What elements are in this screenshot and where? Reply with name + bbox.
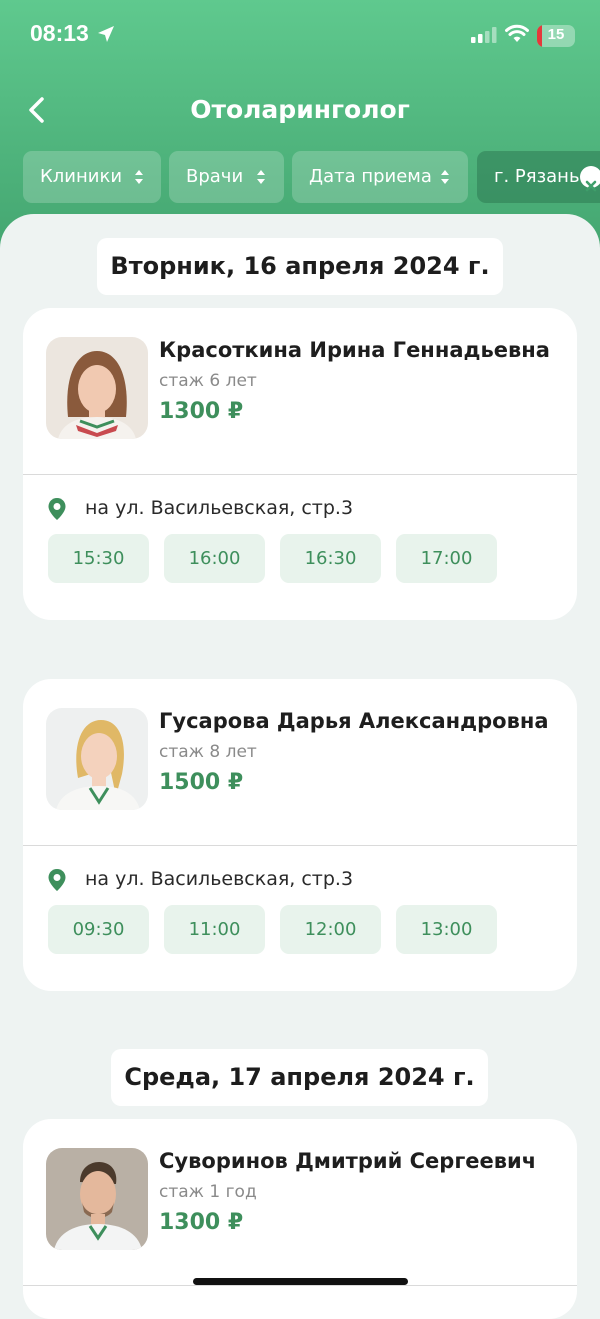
date-header: Вторник, 16 апреля 2024 г.	[97, 238, 503, 295]
clinic-address: на ул. Васильевская, стр.3	[85, 497, 354, 519]
filter-clinics[interactable]: Клиники	[23, 151, 161, 203]
time-slot[interactable]: 13:00	[396, 905, 497, 954]
content-sheet: Вторник, 16 апреля 2024 г. Красоткина Ир…	[0, 214, 600, 1319]
time-slot[interactable]: 11:00	[164, 905, 265, 954]
status-bar: 08:13 15	[0, 0, 600, 72]
time-slot[interactable]: 16:00	[164, 534, 265, 583]
sort-icon	[441, 170, 449, 184]
filter-date[interactable]: Дата приема	[292, 151, 468, 203]
divider	[23, 1285, 577, 1286]
battery-icon: 15	[537, 25, 575, 47]
doctor-card[interactable]: Суворинов Дмитрий Сергеевич стаж 1 год 1…	[23, 1119, 577, 1319]
battery-text: 15	[547, 26, 565, 43]
doctor-name: Красоткина Ирина Геннадьевна	[159, 338, 550, 362]
clinic-address: на ул. Васильевская, стр.3	[85, 868, 354, 890]
doctor-card[interactable]: Красоткина Ирина Геннадьевна стаж 6 лет …	[23, 308, 577, 620]
doctor-avatar	[46, 708, 148, 810]
filter-label: Клиники	[40, 166, 123, 187]
date-header: Среда, 17 апреля 2024 г.	[111, 1049, 488, 1106]
time-slot[interactable]: 12:00	[280, 905, 381, 954]
doctor-price: 1500 ₽	[159, 770, 244, 795]
filter-label: г. Рязань	[494, 166, 580, 187]
doctor-price: 1300 ₽	[159, 1210, 244, 1235]
doctor-experience: стаж 1 год	[159, 1182, 257, 1202]
signal-icon	[471, 27, 497, 43]
page-title: Отоларинголог	[190, 95, 410, 124]
doctor-experience: стаж 6 лет	[159, 371, 257, 391]
filter-label: Дата приема	[309, 166, 432, 187]
doctor-avatar	[46, 1148, 148, 1250]
status-time: 08:13	[30, 20, 89, 46]
map-pin-icon	[48, 869, 66, 891]
doctor-name: Гусарова Дарья Александровна	[159, 709, 549, 733]
filter-doctors[interactable]: Врачи	[169, 151, 284, 203]
filter-city[interactable]: г. Рязань	[477, 151, 600, 203]
doctor-experience: стаж 8 лет	[159, 742, 257, 762]
divider	[23, 845, 577, 846]
filter-label: Врачи	[186, 166, 244, 187]
time-slot[interactable]: 17:00	[396, 534, 497, 583]
home-indicator	[193, 1278, 408, 1285]
sort-icon	[135, 170, 143, 184]
time-slot[interactable]: 16:30	[280, 534, 381, 583]
time-slot[interactable]: 09:30	[48, 905, 149, 954]
location-arrow-icon	[98, 26, 114, 42]
doctor-avatar	[46, 337, 148, 439]
clear-icon[interactable]	[580, 166, 600, 192]
divider	[23, 474, 577, 475]
map-pin-icon	[48, 498, 66, 520]
sort-icon	[257, 170, 265, 184]
filter-bar: Клиники Врачи Дата приема г. Рязань	[0, 151, 600, 203]
doctor-card[interactable]: Гусарова Дарья Александровна стаж 8 лет …	[23, 679, 577, 991]
wifi-icon	[505, 24, 529, 42]
doctor-name: Суворинов Дмитрий Сергеевич	[159, 1149, 537, 1173]
doctor-price: 1300 ₽	[159, 399, 244, 424]
time-slot[interactable]: 15:30	[48, 534, 149, 583]
